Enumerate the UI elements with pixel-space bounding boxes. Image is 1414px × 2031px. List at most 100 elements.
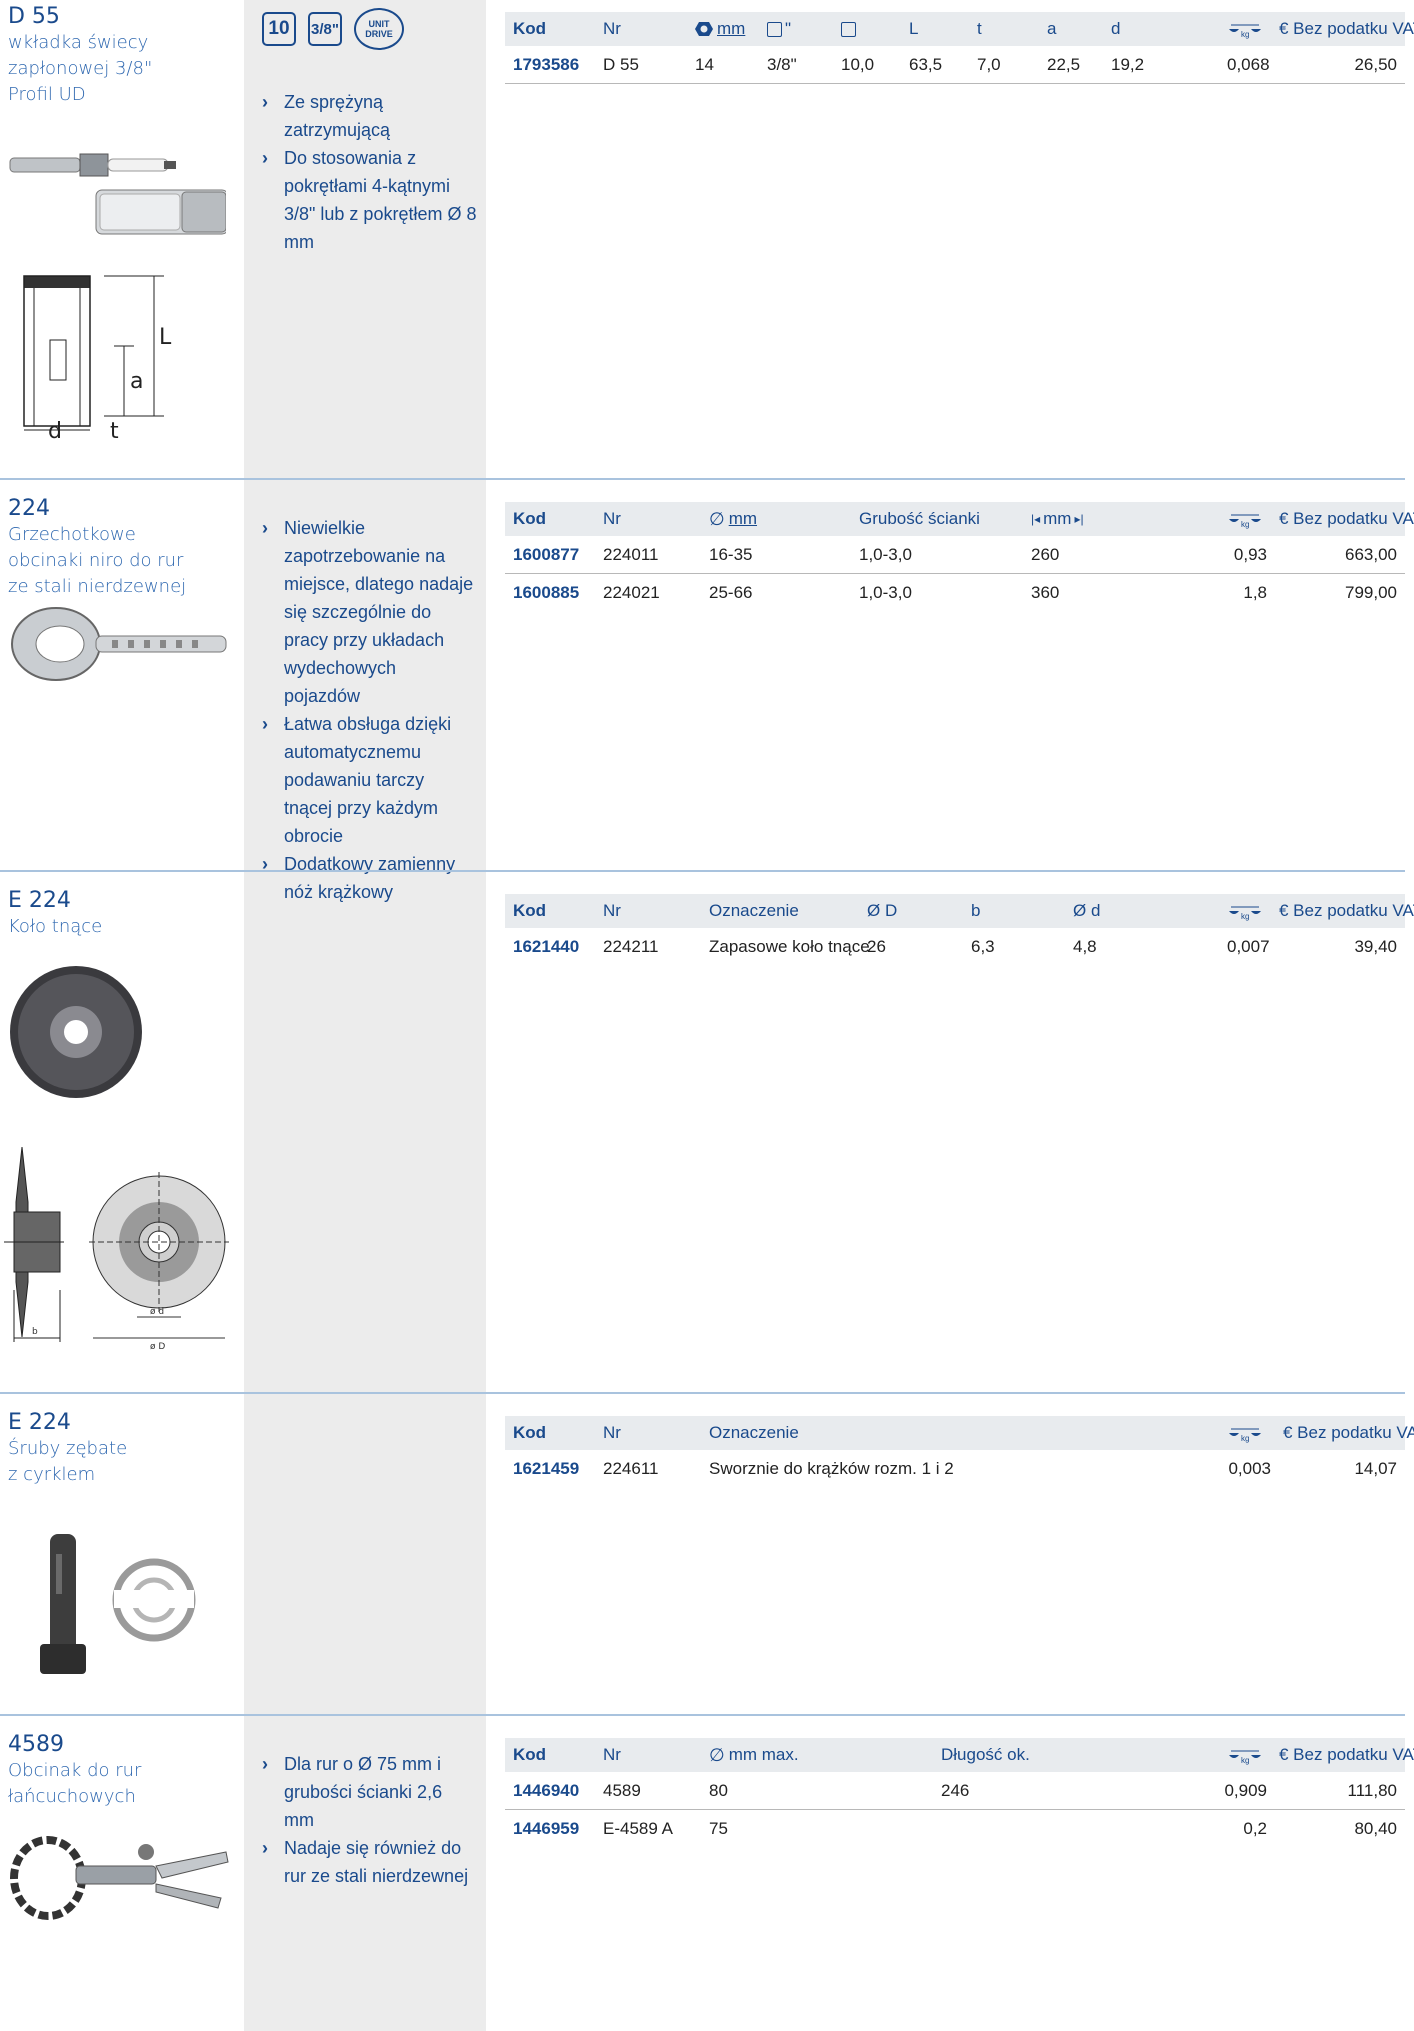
col-header-l: L: [909, 19, 919, 38]
drive-badge: 3/8": [308, 12, 342, 46]
table-row: 1446940 4589 80 246 0,909 111,80: [505, 1772, 1405, 1810]
square-drive-icon: [767, 21, 782, 37]
col-header-nr: Nr: [603, 1745, 621, 1764]
product-number: E 224: [8, 1410, 71, 1435]
chevron-right-icon: ›: [262, 1754, 268, 1774]
table-header: Kod Nr ∅ mm Grubość ścianki |◂ mm ▸| kg …: [505, 502, 1414, 536]
col-header-weight: kg: [1227, 1738, 1261, 1772]
product-table: Kod Nr ∅ mm Grubość ścianki |◂ mm ▸| kg …: [505, 502, 1414, 612]
diameter-icon: ∅: [709, 1744, 725, 1765]
col-header-kod: Kod: [513, 1423, 547, 1442]
table-row: 1621459 224611 Sworznie do krążków rozm.…: [513, 1459, 1397, 1478]
col-header-nr: Nr: [603, 509, 621, 528]
col-header-nr: Nr: [603, 19, 621, 38]
chevron-right-icon: ›: [262, 854, 268, 874]
col-header-weight: kg: [1227, 502, 1261, 536]
col-header-outer-diameter: Ø D: [867, 901, 898, 920]
product-section-e224-pins: E 224 Śruby zębate z cyrklem Kod Nr Ozna…: [0, 1404, 1414, 1714]
table-row: 1621440 224211 Zapasowe koło tnące 26 6,…: [513, 937, 1397, 956]
table-row: 1793586 D 55 14 3/8" 10,0 63,5 7,0 22,5 …: [505, 46, 1405, 84]
col-header-length: Długość ok.: [941, 1745, 1030, 1764]
feature-item: › Nadaje się również do rur ze stali nier…: [262, 1834, 477, 1890]
col-header-length: |◂ mm ▸|: [1031, 509, 1084, 528]
chevron-right-icon: ›: [262, 148, 268, 168]
col-header-b: b: [971, 901, 981, 920]
unit-drive-logo: UNIT DRIVE: [354, 8, 404, 50]
pins-and-circlip-image: [40, 1534, 196, 1674]
product-section-e224-wheel: E 224 Koło tnące b ø d ø D Kod Nr Oznacz…: [0, 882, 1414, 1392]
col-header-hex-mm: mm: [695, 12, 745, 46]
dimension-label: ø D: [150, 1342, 165, 1352]
product-title-line: ze stali nierdzewnej: [8, 576, 187, 597]
feature-item: › Dla rur o Ø 75 mm i grubości ścianki 2,…: [262, 1750, 477, 1834]
product-number: 224: [8, 496, 50, 521]
spark-plug-socket-image: [9, 153, 226, 235]
dimension-label: L: [159, 325, 172, 350]
table-header: Kod Nr Oznaczenie kg € Bez podatku VAT: [505, 1416, 1414, 1450]
spark-plug-socket-drawing: L a d t: [23, 275, 172, 440]
ratchet-pipe-cutter-image: [11, 607, 227, 681]
product-title-line: Profil UD: [8, 84, 86, 105]
col-header-a: a: [1047, 19, 1057, 38]
dimension-label: a: [130, 369, 143, 394]
dimension-label: ø d: [150, 1307, 164, 1317]
badge-row: 10 3/8" UNIT DRIVE: [262, 8, 477, 50]
table-header: Kod Nr Oznaczenie Ø D b Ø d kg € Bez pod…: [505, 894, 1414, 928]
col-header-designation: Oznaczenie: [709, 1423, 799, 1442]
product-title-line: z cyrklem: [8, 1464, 96, 1485]
table-row: 1600877 224011 16-35 1,0-3,0 260 0,93 66…: [505, 536, 1405, 574]
product-section-4589: 4589 Obcinak do rur łańcuchowych › Dla ru…: [0, 1726, 1414, 2031]
section-divider: [0, 1714, 1405, 1716]
product-table: Kod Nr ∅ mm max. Długość ok. kg € Bez po…: [505, 1738, 1414, 1848]
col-header-nr: Nr: [603, 1423, 621, 1442]
product-title-line: zapłonowej 3/8": [8, 58, 153, 79]
feature-item: › Niewielkie zapotrzebowanie na miejsce, …: [262, 514, 477, 710]
chevron-right-icon: ›: [262, 714, 268, 734]
col-header-square-inch: ": [767, 12, 791, 46]
product-number: E 224: [8, 888, 71, 913]
product-title-line: wkładka świecy: [8, 32, 149, 53]
section-divider: [0, 870, 1405, 872]
col-header-kod: Kod: [513, 19, 547, 38]
col-header-diameter-mm: ∅ mm: [709, 508, 758, 529]
table-header: Kod Nr mm " L t a d kg € Bez podatku VAT: [505, 12, 1414, 46]
table-row: 1600885 224021 25-66 1,0-3,0 360 1,8 799…: [513, 583, 1397, 602]
col-header-weight: kg: [1227, 894, 1261, 928]
col-header-weight: kg: [1227, 12, 1261, 46]
product-title-line: Śruby zębate: [8, 1438, 128, 1459]
length-arrows-icon: ▸|: [1074, 512, 1084, 526]
product-title-line: obcinaki niro do rur: [8, 550, 184, 571]
col-header-diameter-max: ∅ mm max.: [709, 1744, 799, 1765]
col-header-kod: Kod: [513, 901, 547, 920]
product-title-line: Koło tnące: [8, 916, 103, 937]
col-header-price: € Bez podatku VAT: [1279, 1745, 1414, 1764]
col-header-price: € Bez podatku VAT: [1279, 509, 1414, 528]
product-title-line: Grzechotkowe: [8, 524, 136, 545]
dimension-label: b: [32, 1327, 38, 1337]
table-header: Kod Nr ∅ mm max. Długość ok. kg € Bez po…: [505, 1738, 1414, 1772]
col-header-t: t: [977, 19, 982, 38]
product-section-d55: D 55 wkładka świecy zapłonowej 3/8" Prof…: [0, 0, 1414, 478]
product-number: D 55: [8, 4, 60, 29]
feature-item: › Łatwa obsługa dzięki automatycznemu pod…: [262, 710, 477, 850]
col-header-kod: Kod: [513, 1745, 547, 1764]
chevron-right-icon: ›: [262, 518, 268, 538]
feature-item: › Do stosowania z pokrętłami 4-kątnymi 3/…: [262, 144, 477, 256]
feature-item: › Ze sprężyną zatrzymującą: [262, 88, 477, 144]
dimension-label: t: [110, 419, 119, 440]
col-header-designation: Oznaczenie: [709, 901, 799, 920]
product-title-line: Obcinak do rur: [8, 1760, 142, 1781]
col-header-inner-diameter: Ø d: [1073, 901, 1101, 920]
col-header-d: d: [1111, 19, 1121, 38]
square-drive-icon: [841, 21, 856, 37]
length-arrows-icon: |◂: [1031, 512, 1041, 526]
section-divider: [0, 1392, 1405, 1394]
col-header-price: € Bez podatku VAT: [1279, 901, 1414, 920]
chevron-right-icon: ›: [262, 92, 268, 112]
section-divider: [0, 478, 1405, 480]
product-number: 4589: [8, 1732, 64, 1757]
diameter-icon: ∅: [709, 508, 725, 529]
chevron-right-icon: ›: [262, 1838, 268, 1858]
hexagon-icon: [695, 22, 713, 36]
col-header-weight: kg: [1227, 1416, 1261, 1450]
